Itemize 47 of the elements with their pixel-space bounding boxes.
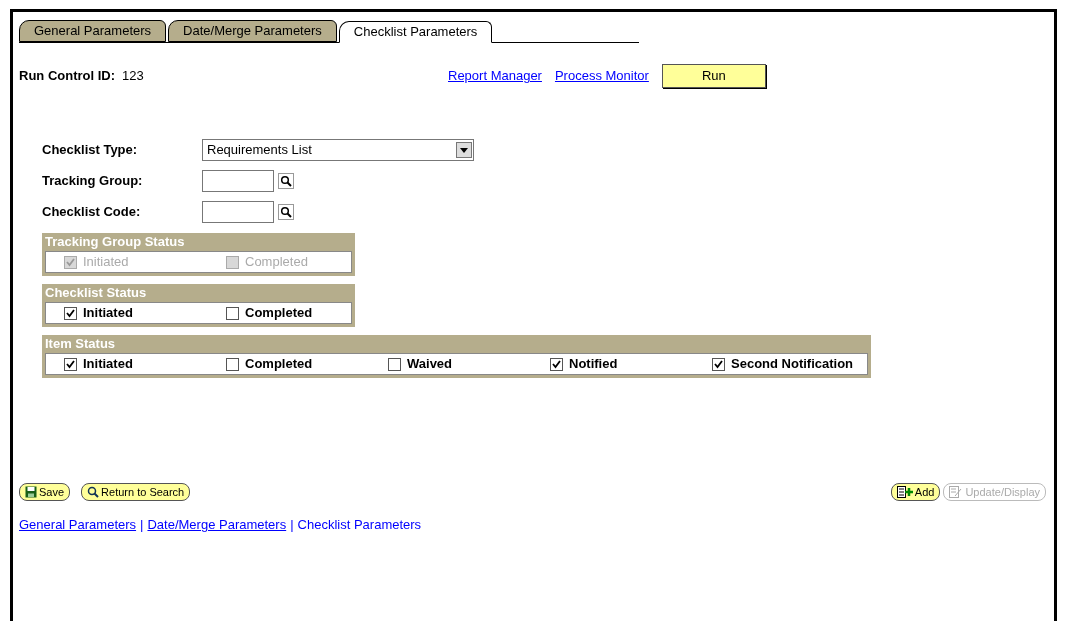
checkbox-label: Second Notification: [731, 355, 854, 374]
run-button[interactable]: Run: [661, 64, 766, 88]
checkbox[interactable]: [226, 357, 239, 371]
checkbox-label: Initiated: [83, 253, 129, 272]
lookup-button[interactable]: [278, 204, 294, 220]
link[interactable]: General Parameters: [19, 515, 137, 535]
link[interactable]: Process Monitor: [554, 66, 649, 86]
search-button[interactable]: Return to Search: [81, 483, 191, 501]
checkbox[interactable]: [64, 306, 77, 320]
field-label: Checklist Code:: [42, 203, 142, 222]
group-title: Tracking Group Status: [45, 233, 186, 251]
separator: |: [140, 516, 144, 534]
checkbox-label: Completed: [245, 304, 313, 323]
input-field[interactable]: [202, 170, 274, 192]
save-button[interactable]: Save: [19, 483, 71, 501]
dropdown[interactable]: Requirements List: [202, 139, 474, 161]
add-button[interactable]: Add: [890, 483, 941, 501]
search-icon: [87, 486, 100, 498]
checkbox-label: Initiated: [83, 304, 133, 323]
add-icon: [896, 486, 913, 498]
caret-icon: [456, 142, 472, 158]
tab[interactable]: Date/Merge Parameters: [168, 20, 337, 42]
checkbox[interactable]: [388, 357, 401, 371]
checkbox[interactable]: [550, 357, 563, 371]
link[interactable]: Date/Merge Parameters: [147, 515, 287, 535]
checkbox[interactable]: [712, 357, 725, 371]
field-label: Checklist Type:: [42, 141, 139, 160]
document-edit-icon: [949, 486, 964, 498]
field-label: Run Control ID:: [19, 67, 117, 86]
checkbox[interactable]: [226, 306, 239, 320]
tab[interactable]: General Parameters: [19, 20, 167, 42]
current-page-label: Checklist Parameters: [297, 516, 422, 534]
checkbox[interactable]: [64, 357, 77, 371]
checkbox-label: Completed: [245, 253, 308, 272]
group-title: Item Status: [45, 335, 117, 353]
checkbox-label: Notified: [569, 355, 618, 374]
checkbox-label: Waived: [407, 355, 453, 374]
tab[interactable]: Checklist Parameters: [338, 21, 493, 43]
run-control-value: 123: [122, 67, 145, 86]
field-label: Tracking Group:: [42, 172, 144, 191]
link[interactable]: Report Manager: [448, 66, 542, 86]
lookup-button[interactable]: [278, 173, 294, 189]
checkbox-label: Initiated: [83, 355, 133, 374]
separator: |: [290, 516, 294, 534]
group-title: Checklist Status: [45, 284, 148, 302]
input-field[interactable]: [202, 201, 274, 223]
checkbox-label: Completed: [245, 355, 313, 374]
